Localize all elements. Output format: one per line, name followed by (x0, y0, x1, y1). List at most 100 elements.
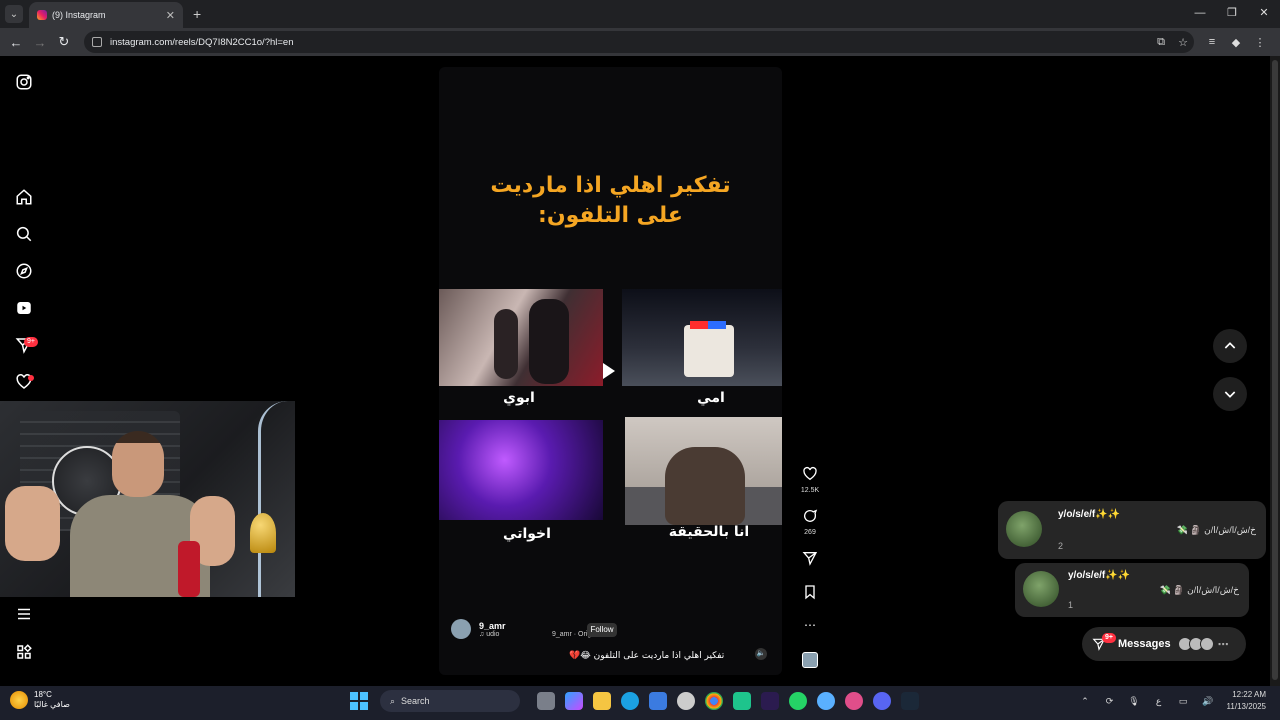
search-icon: ⌕ (390, 695, 396, 706)
tab-search-button[interactable]: ⌄ (5, 5, 23, 23)
instagram-logo-icon[interactable] (14, 72, 34, 92)
chrome-icon[interactable] (705, 692, 723, 710)
home-icon[interactable] (14, 187, 34, 207)
tab-close-icon[interactable]: ✕ (166, 9, 175, 22)
minimize-button[interactable]: — (1184, 0, 1216, 28)
media-controls-icon[interactable]: ≡ (1200, 36, 1224, 49)
window-controls: — ❐ ✕ (1184, 0, 1280, 28)
clock-date: 11/13/2025 (1226, 702, 1266, 711)
taskbar-apps (532, 692, 924, 710)
more-menu-icon[interactable] (14, 604, 34, 624)
install-app-icon[interactable]: ⧉ (1150, 36, 1172, 49)
edge-icon[interactable] (621, 692, 639, 710)
previous-reel-button[interactable] (1213, 329, 1247, 363)
reload-button[interactable]: ↻ (52, 34, 76, 50)
heart-icon (803, 466, 817, 481)
chevron-down-icon (1224, 391, 1236, 398)
play-icon[interactable] (603, 363, 615, 379)
task-view-icon[interactable] (537, 692, 555, 710)
author-name[interactable]: 9_amr (479, 621, 506, 631)
tray-mic-icon[interactable]: 🎙 (1123, 696, 1145, 707)
discord-icon[interactable] (873, 692, 891, 710)
premiere-icon[interactable] (761, 692, 779, 710)
sound-toggle-icon[interactable]: 🔈 (755, 648, 767, 660)
tray-sync-icon[interactable]: ⟳ (1098, 696, 1120, 707)
more-options-icon[interactable]: ⋯ (797, 618, 823, 632)
volume-icon[interactable]: 🔊 (1197, 696, 1219, 707)
message-notification[interactable]: y/o/s/e/f✨✨ خ/ش/ا/ش/ا/ن 🗿 💸 1 (1015, 563, 1249, 617)
browser-menu-icon[interactable]: ⋮ (1248, 36, 1272, 49)
save-button[interactable] (797, 584, 823, 605)
chevron-up-icon (1224, 342, 1236, 349)
tab-title: (9) Instagram (52, 10, 106, 20)
share-button[interactable] (797, 550, 823, 571)
copilot-icon[interactable] (565, 692, 583, 710)
messages-button[interactable]: 9+ Messages ⋯ (1082, 627, 1246, 661)
file-explorer-icon[interactable] (593, 692, 611, 710)
reels-icon[interactable] (14, 298, 34, 318)
windows-start-icon[interactable] (350, 692, 368, 710)
restore-button[interactable]: ❐ (1216, 0, 1248, 28)
caption-mother: امي (697, 390, 725, 406)
follow-button[interactable]: Follow (587, 623, 617, 637)
input-language[interactable]: ع (1148, 696, 1170, 707)
music-icon[interactable] (845, 692, 863, 710)
audio-thumbnail[interactable] (797, 652, 823, 673)
bookmark-star-icon[interactable]: ☆ (1172, 36, 1194, 49)
game-bar-icon[interactable] (733, 692, 751, 710)
weather-widget[interactable]: 18°C صافي غالبًا (10, 690, 70, 710)
like-count: 12.5K (800, 487, 820, 494)
share-send-icon (802, 552, 818, 566)
whatsapp-icon[interactable] (789, 692, 807, 710)
also-from-meta-icon[interactable] (14, 642, 34, 662)
forward-button[interactable]: → (28, 35, 52, 50)
back-button[interactable]: ← (4, 35, 28, 50)
page-scrollbar[interactable] (1270, 56, 1280, 686)
bookmark-icon (805, 585, 815, 600)
reel-caption: تفكير اهلي اذا ماردیت على التلفون 😂💔 (569, 651, 725, 661)
message-preview: خ/ش/ا/ش/ا/ن 🗿 💸 (1176, 525, 1256, 535)
extension-icon[interactable]: ◆ (1224, 36, 1248, 49)
store-icon[interactable] (649, 692, 667, 710)
maps-icon[interactable] (677, 692, 695, 710)
taskbar-center: ⌕ Search (350, 690, 924, 712)
taskbar-search[interactable]: ⌕ Search (380, 690, 520, 712)
system-tray: ⌃ ⟳ 🎙 ع ▭ 🔊 12:22 AM 11/13/2025 (1074, 689, 1266, 713)
instagram-page: 9+ تفكير اهلي اذا ماردیت على التلفون: اب… (0, 56, 1280, 686)
site-info-icon[interactable] (92, 37, 102, 47)
reel-author[interactable]: 9_amr ♫ udio (451, 619, 506, 639)
address-bar[interactable]: instagram.com/reels/DQ7I8N2CC1o/?hl=en ⧉… (84, 31, 1194, 53)
weather-sun-icon (10, 691, 28, 709)
author-avatar[interactable] (451, 619, 471, 639)
comment-icon (804, 509, 818, 522)
reel-image-me (625, 417, 782, 525)
explore-compass-icon[interactable] (14, 261, 34, 281)
browser-tab-instagram[interactable]: (9) Instagram ✕ (29, 2, 183, 28)
browser-icon[interactable] (817, 692, 835, 710)
author-audio[interactable]: ♫ udio (479, 631, 506, 638)
messages-badge: 9+ (1102, 633, 1116, 643)
message-count: 1 (1068, 600, 1074, 610)
next-reel-button[interactable] (1213, 377, 1247, 411)
reel-video[interactable]: تفكير اهلي اذا ماردیت على التلفون: ابوي … (439, 67, 782, 675)
network-icon[interactable]: ▭ (1172, 696, 1194, 707)
close-window-button[interactable]: ✕ (1248, 0, 1280, 28)
sender-name: y/o/s/e/f✨✨ (1058, 509, 1121, 520)
weather-condition: صافي غالبًا (34, 700, 70, 709)
sender-avatar[interactable] (1006, 511, 1042, 547)
tray-chevron-up-icon[interactable]: ⌃ (1074, 696, 1096, 707)
taskbar-clock[interactable]: 12:22 AM 11/13/2025 (1227, 689, 1266, 713)
sender-name: y/o/s/e/f✨✨ (1068, 570, 1131, 581)
new-tab-button[interactable]: + (193, 6, 201, 22)
sender-avatar[interactable] (1023, 571, 1059, 607)
reel-image-sisters (439, 420, 603, 520)
browser-tab-bar: ⌄ (9) Instagram ✕ + — ❐ ✕ (0, 0, 1280, 28)
search-icon[interactable] (14, 224, 34, 244)
message-notification[interactable]: y/o/s/e/f✨✨ خ/ش/ا/ش/ا/ن 🗿 💸 2 (998, 501, 1266, 559)
steam-icon[interactable] (901, 692, 919, 710)
url-text[interactable]: instagram.com/reels/DQ7I8N2CC1o/?hl=en (110, 37, 294, 48)
comment-button[interactable]: 269 (797, 508, 823, 536)
messages-badge: 9+ (24, 337, 38, 347)
like-button[interactable]: 12.5K (797, 466, 823, 494)
reel-image-father (439, 289, 603, 386)
